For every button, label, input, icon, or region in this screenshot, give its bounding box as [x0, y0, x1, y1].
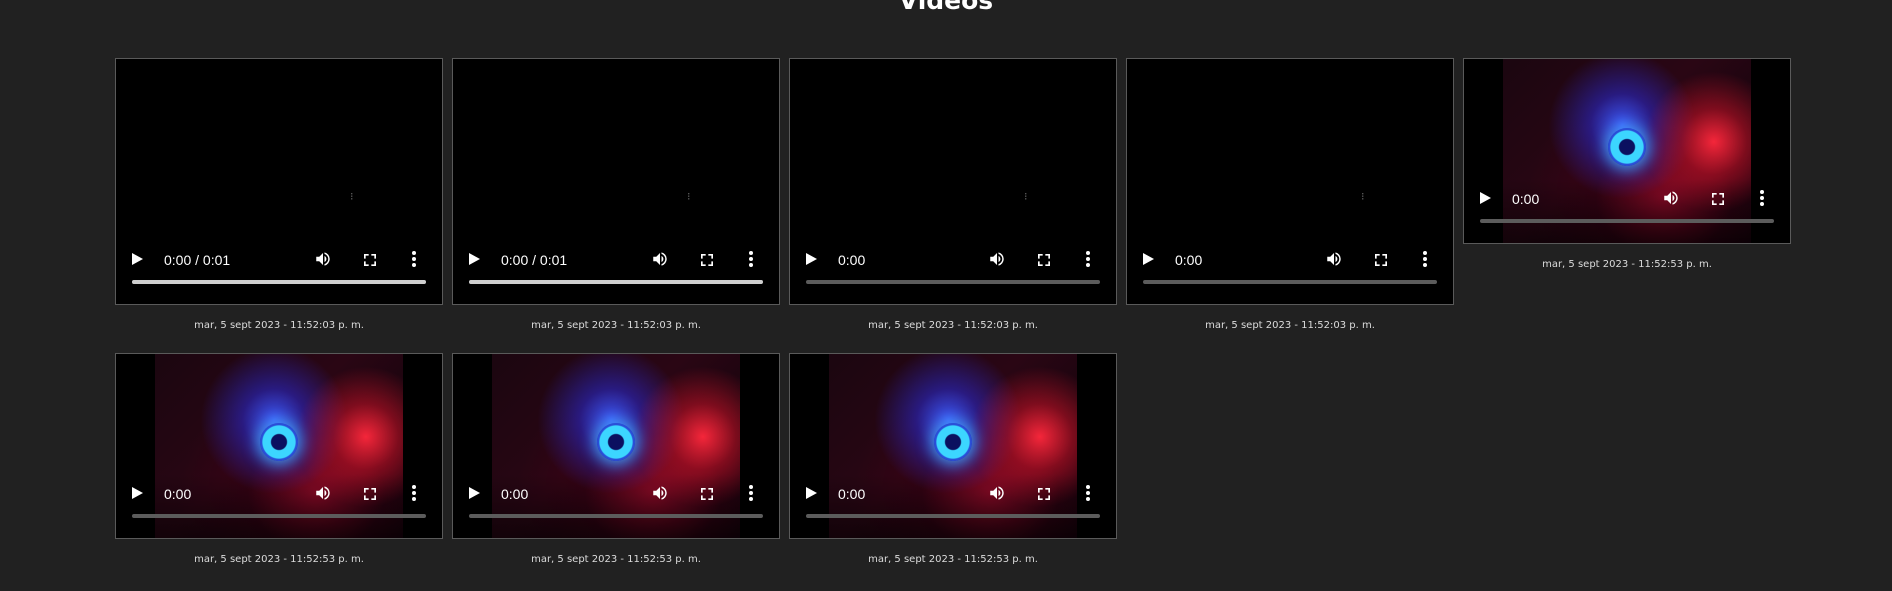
- fullscreen-icon[interactable]: [362, 252, 378, 268]
- progress-bar[interactable]: [132, 280, 426, 284]
- video-player[interactable]: ⁝ 0:00: [1126, 58, 1454, 305]
- video-player[interactable]: ⁝ 0:00 / 0:01: [452, 58, 780, 305]
- loading-spinner-icon: ⁝: [350, 190, 354, 203]
- video-card: 0:00 mar, 5 sept 2023 - 11:52:53 p. m.: [115, 353, 443, 565]
- video-card: ⁝ 0:00 / 0:01 mar, 5 sept 2023 - 11:52:0…: [452, 58, 780, 331]
- fullscreen-icon[interactable]: [699, 486, 715, 502]
- loading-spinner-icon: ⁝: [1361, 190, 1365, 203]
- cpu-fan-glow: [260, 423, 298, 462]
- volume-icon[interactable]: [988, 484, 1006, 502]
- video-player[interactable]: 0:00: [789, 353, 1117, 539]
- video-player[interactable]: ⁝ 0:00 / 0:01: [115, 58, 443, 305]
- volume-icon[interactable]: [1325, 250, 1343, 268]
- play-icon[interactable]: [132, 487, 143, 499]
- progress-bar[interactable]: [1143, 280, 1437, 284]
- loading-spinner-icon: ⁝: [1024, 190, 1028, 203]
- time-display: 0:00: [501, 486, 529, 502]
- fullscreen-icon[interactable]: [1710, 191, 1726, 207]
- video-card: ⁝ 0:00 / 0:01 mar, 5 sept 2023 - 11:52:0…: [115, 58, 443, 331]
- video-timestamp: mar, 5 sept 2023 - 11:52:03 p. m.: [1205, 320, 1375, 331]
- more-options-icon[interactable]: [1085, 484, 1091, 502]
- loading-spinner-icon: ⁝: [687, 190, 691, 203]
- fullscreen-icon[interactable]: [1036, 486, 1052, 502]
- cpu-fan-glow: [1608, 128, 1646, 167]
- video-card: ⁝ 0:00 mar, 5 sept 2023 - 11:52:03 p. m.: [789, 58, 1117, 331]
- video-timestamp: mar, 5 sept 2023 - 11:52:53 p. m.: [531, 554, 701, 565]
- video-controls: 0:00: [453, 474, 779, 538]
- play-icon[interactable]: [1143, 253, 1154, 265]
- volume-icon[interactable]: [1662, 189, 1680, 207]
- cpu-fan-glow: [934, 423, 972, 462]
- progress-bar[interactable]: [806, 280, 1100, 284]
- video-timestamp: mar, 5 sept 2023 - 11:52:53 p. m.: [1542, 259, 1712, 270]
- fullscreen-icon[interactable]: [1036, 252, 1052, 268]
- time-display: 0:00: [1175, 252, 1203, 268]
- progress-bar[interactable]: [469, 514, 763, 518]
- more-options-icon[interactable]: [1759, 189, 1765, 207]
- play-icon[interactable]: [469, 487, 480, 499]
- play-icon[interactable]: [806, 487, 817, 499]
- time-display: 0:00: [164, 486, 192, 502]
- video-controls: 0:00 / 0:01: [453, 240, 779, 304]
- time-display: 0:00: [1512, 191, 1540, 207]
- video-card: 0:00 mar, 5 sept 2023 - 11:52:53 p. m.: [1463, 58, 1791, 270]
- video-card: 0:00 mar, 5 sept 2023 - 11:52:53 p. m.: [789, 353, 1117, 565]
- more-options-icon[interactable]: [411, 250, 417, 268]
- page-title: Videos: [898, 0, 994, 15]
- video-controls: 0:00 / 0:01: [116, 240, 442, 304]
- video-controls: 0:00: [790, 474, 1116, 538]
- video-controls: 0:00: [1127, 240, 1453, 304]
- video-timestamp: mar, 5 sept 2023 - 11:52:03 p. m.: [531, 320, 701, 331]
- more-options-icon[interactable]: [1422, 250, 1428, 268]
- volume-icon[interactable]: [314, 484, 332, 502]
- progress-bar[interactable]: [132, 514, 426, 518]
- video-timestamp: mar, 5 sept 2023 - 11:52:03 p. m.: [868, 320, 1038, 331]
- video-timestamp: mar, 5 sept 2023 - 11:52:53 p. m.: [868, 554, 1038, 565]
- fullscreen-icon[interactable]: [1373, 252, 1389, 268]
- more-options-icon[interactable]: [748, 250, 754, 268]
- progress-fill: [132, 280, 426, 284]
- progress-bar[interactable]: [806, 514, 1100, 518]
- progress-bar[interactable]: [1480, 219, 1774, 223]
- video-player[interactable]: 0:00: [1463, 58, 1791, 244]
- volume-icon[interactable]: [651, 250, 669, 268]
- time-display: 0:00: [838, 486, 866, 502]
- volume-icon[interactable]: [314, 250, 332, 268]
- video-card: ⁝ 0:00 mar, 5 sept 2023 - 11:52:03 p. m.: [1126, 58, 1454, 331]
- video-timestamp: mar, 5 sept 2023 - 11:52:03 p. m.: [194, 320, 364, 331]
- time-display: 0:00 / 0:01: [164, 252, 231, 268]
- time-display: 0:00 / 0:01: [501, 252, 568, 268]
- play-icon[interactable]: [469, 253, 480, 265]
- more-options-icon[interactable]: [748, 484, 754, 502]
- play-icon[interactable]: [132, 253, 143, 265]
- progress-bar[interactable]: [469, 280, 763, 284]
- volume-icon[interactable]: [988, 250, 1006, 268]
- fullscreen-icon[interactable]: [699, 252, 715, 268]
- play-icon[interactable]: [806, 253, 817, 265]
- volume-icon[interactable]: [651, 484, 669, 502]
- video-card: 0:00 mar, 5 sept 2023 - 11:52:53 p. m.: [452, 353, 780, 565]
- video-player[interactable]: 0:00: [452, 353, 780, 539]
- more-options-icon[interactable]: [411, 484, 417, 502]
- cpu-fan-glow: [597, 423, 635, 462]
- video-player[interactable]: ⁝ 0:00: [789, 58, 1117, 305]
- video-controls: 0:00: [790, 240, 1116, 304]
- time-display: 0:00: [838, 252, 866, 268]
- fullscreen-icon[interactable]: [362, 486, 378, 502]
- more-options-icon[interactable]: [1085, 250, 1091, 268]
- video-player[interactable]: 0:00: [115, 353, 443, 539]
- progress-fill: [469, 280, 763, 284]
- video-controls: 0:00: [1464, 179, 1790, 243]
- video-timestamp: mar, 5 sept 2023 - 11:52:53 p. m.: [194, 554, 364, 565]
- video-controls: 0:00: [116, 474, 442, 538]
- play-icon[interactable]: [1480, 192, 1491, 204]
